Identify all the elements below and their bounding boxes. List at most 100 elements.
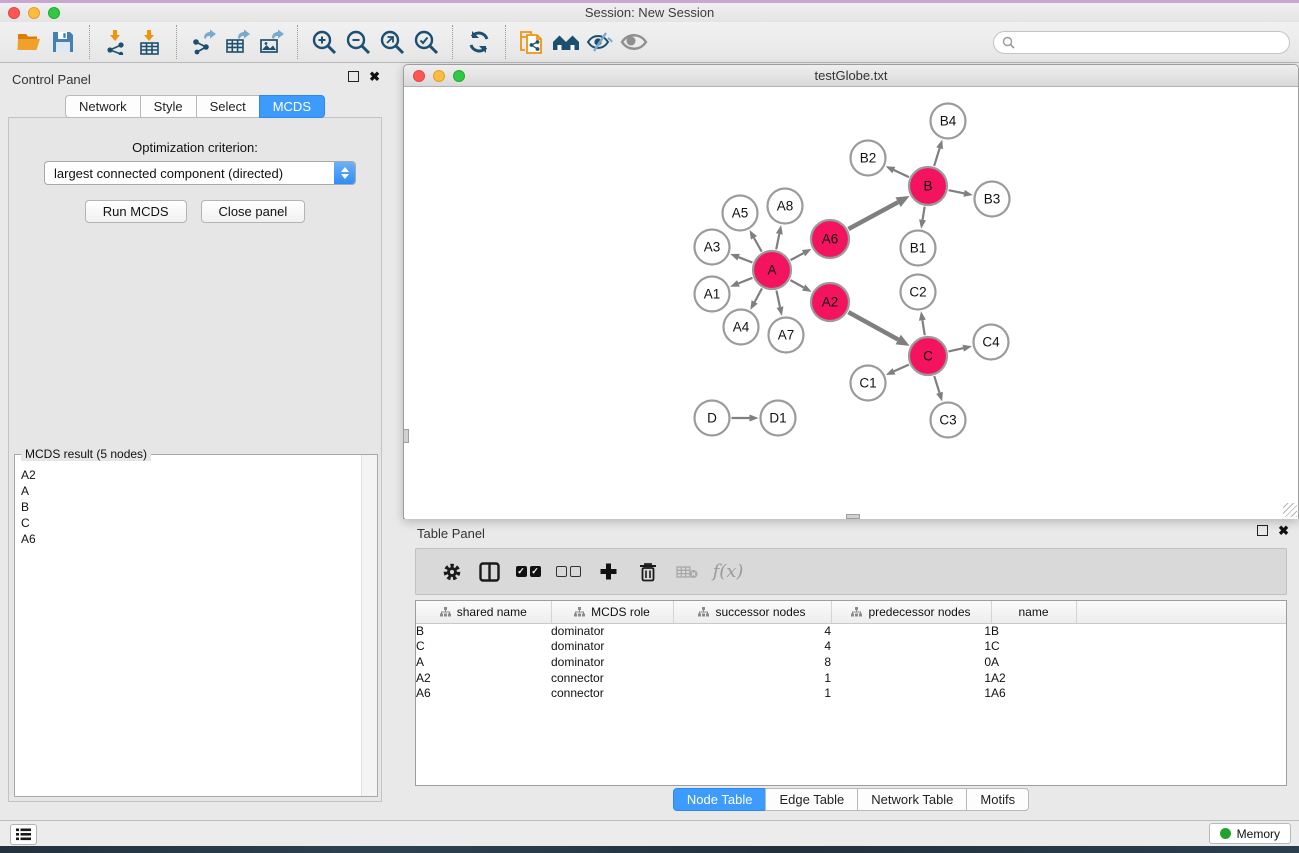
table-cell[interactable]: A6 (991, 685, 1076, 701)
table-row[interactable]: A2connector11A2 (416, 670, 1286, 686)
graph-node-B3[interactable]: B3 (975, 182, 1010, 217)
mcds-result-list[interactable]: A2ABCA6 (15, 459, 361, 796)
graph-node-A8[interactable]: A8 (768, 189, 803, 224)
search-input[interactable] (1020, 36, 1289, 50)
table-cell[interactable]: dominator (551, 639, 673, 655)
table-cell[interactable] (1076, 654, 1286, 670)
resize-grip-icon[interactable] (1283, 503, 1297, 517)
graph-node-B[interactable]: B (909, 167, 947, 205)
table-cell[interactable]: A2 (991, 670, 1076, 686)
search-field[interactable] (993, 31, 1290, 54)
table-cell[interactable]: C (991, 639, 1076, 655)
column-header-name[interactable]: name (991, 601, 1076, 623)
column-visibility-icon[interactable] (470, 556, 508, 588)
table-cell[interactable]: 1 (831, 685, 991, 701)
table-cell[interactable]: connector (551, 685, 673, 701)
table-cell[interactable]: connector (551, 670, 673, 686)
result-scrollbar[interactable] (361, 455, 377, 796)
open-file-icon[interactable] (12, 25, 46, 59)
tab-network[interactable]: Network (65, 95, 140, 118)
graph-node-A5[interactable]: A5 (723, 196, 758, 231)
tab-select[interactable]: Select (196, 95, 259, 118)
zoom-fit-icon[interactable] (375, 25, 409, 59)
table-cell[interactable]: B (416, 623, 551, 639)
network-canvas[interactable]: B4B2BB3B1A5A8A6A3AA1A2A4A7C2CC4C1C3DD1 (405, 88, 1298, 519)
optimization-criterion-select[interactable]: largest connected component (directed) (44, 161, 356, 185)
float-panel-icon[interactable] (348, 71, 359, 82)
table-cell[interactable]: 1 (673, 670, 831, 686)
float-table-panel-icon[interactable] (1257, 525, 1268, 536)
table-cell[interactable]: A6 (416, 685, 551, 701)
graph-node-B1[interactable]: B1 (901, 231, 936, 266)
result-item[interactable]: C (21, 515, 361, 531)
tab-node-table[interactable]: Node Table (673, 788, 766, 811)
table-cell[interactable]: 1 (831, 670, 991, 686)
table-row[interactable]: Adominator80A (416, 654, 1286, 670)
graph-node-C[interactable]: C (909, 337, 947, 375)
refresh-icon[interactable] (462, 25, 496, 59)
graph-node-A4[interactable]: A4 (724, 310, 759, 345)
delete-column-trash-icon[interactable] (628, 556, 668, 588)
column-header-shared-name[interactable]: shared name (416, 601, 551, 623)
close-table-panel-icon[interactable]: ✖ (1278, 525, 1289, 536)
tab-network-table[interactable]: Network Table (857, 788, 966, 811)
table-cell[interactable]: 4 (673, 623, 831, 639)
graph-node-C2[interactable]: C2 (901, 275, 936, 310)
save-session-icon[interactable] (46, 25, 80, 59)
zoom-in-icon[interactable] (307, 25, 341, 59)
table-row[interactable]: A6connector11A6 (416, 685, 1286, 701)
table-cell[interactable] (1076, 670, 1286, 686)
table-cell[interactable] (1076, 639, 1286, 655)
graph-node-A6[interactable]: A6 (811, 220, 849, 258)
show-all-views-icon[interactable] (549, 25, 583, 59)
column-header-mcds-role[interactable]: MCDS role (551, 601, 673, 623)
export-table-icon[interactable] (220, 25, 254, 59)
table-cell[interactable]: 8 (673, 654, 831, 670)
graph-node-A3[interactable]: A3 (695, 230, 730, 265)
table-cell[interactable]: 1 (831, 639, 991, 655)
table-cell[interactable]: 1 (831, 623, 991, 639)
network-window-titlebar[interactable]: testGlobe.txt (404, 65, 1298, 87)
memory-button[interactable]: Memory (1209, 823, 1291, 844)
table-cell[interactable]: A (991, 654, 1076, 670)
export-image-icon[interactable] (254, 25, 288, 59)
node-table[interactable]: shared name MCDS role successor nodes pr… (415, 600, 1287, 786)
deselect-all-rows-icon[interactable] (548, 556, 588, 588)
column-header-successor-nodes[interactable]: successor nodes (673, 601, 831, 623)
table-cell[interactable]: dominator (551, 654, 673, 670)
graph-node-C4[interactable]: C4 (974, 325, 1009, 360)
clone-network-icon[interactable] (515, 25, 549, 59)
import-network-icon[interactable] (99, 25, 133, 59)
zoom-selected-icon[interactable] (409, 25, 443, 59)
table-row[interactable]: Bdominator41B (416, 623, 1286, 639)
graph-node-D[interactable]: D (695, 401, 730, 436)
run-mcds-button[interactable]: Run MCDS (85, 200, 187, 223)
export-network-icon[interactable] (186, 25, 220, 59)
hide-style-icon[interactable] (583, 25, 617, 59)
table-cell[interactable]: 1 (673, 685, 831, 701)
column-header-predecessor-nodes[interactable]: predecessor nodes (831, 601, 991, 623)
graph-node-A1[interactable]: A1 (695, 277, 730, 312)
table-settings-gear-icon[interactable] (434, 556, 470, 588)
tab-mcds[interactable]: MCDS (259, 95, 325, 118)
graph-node-D1[interactable]: D1 (761, 401, 796, 436)
table-cell[interactable]: dominator (551, 623, 673, 639)
select-all-rows-icon[interactable]: ✓✓ (508, 556, 548, 588)
table-cell[interactable]: A (416, 654, 551, 670)
graph-node-B4[interactable]: B4 (931, 104, 966, 139)
import-table-icon[interactable] (133, 25, 167, 59)
result-item[interactable]: A6 (21, 531, 361, 547)
tab-style[interactable]: Style (140, 95, 196, 118)
graph-node-C1[interactable]: C1 (851, 366, 886, 401)
table-header-row[interactable]: shared name MCDS role successor nodes pr… (416, 601, 1286, 623)
show-hide-icon[interactable] (617, 25, 651, 59)
graph-node-A[interactable]: A (753, 251, 791, 289)
table-row[interactable]: Cdominator41C (416, 639, 1286, 655)
add-column-icon[interactable] (588, 556, 628, 588)
table-cell[interactable]: 0 (831, 654, 991, 670)
close-panel-button[interactable]: Close panel (201, 200, 306, 223)
table-cell[interactable]: B (991, 623, 1076, 639)
table-cell[interactable]: C (416, 639, 551, 655)
splitter-grip[interactable] (403, 429, 409, 443)
graph-node-C3[interactable]: C3 (931, 403, 966, 438)
